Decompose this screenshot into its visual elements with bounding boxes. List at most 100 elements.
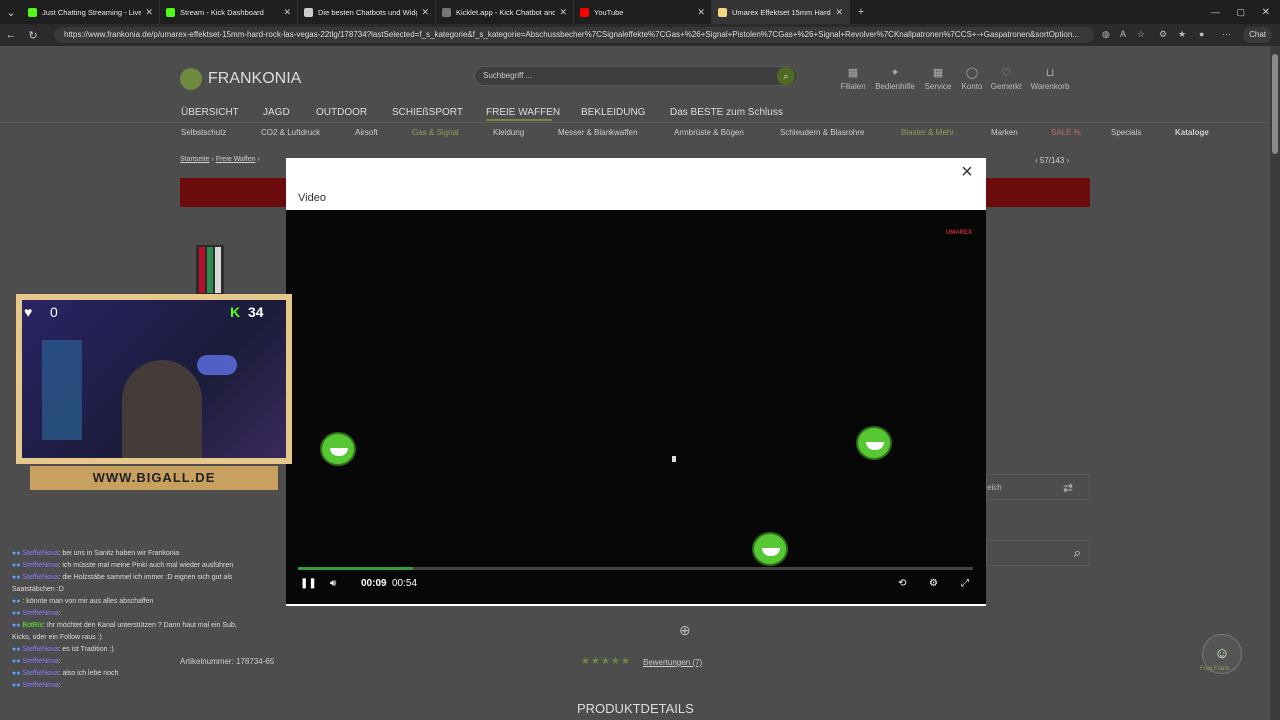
kick-emote — [856, 426, 892, 460]
nav-sub-item[interactable]: Airsoft — [355, 128, 378, 137]
nav-sub-item[interactable]: Schleudern & Blasrohre — [780, 128, 865, 137]
settings-gear-icon[interactable]: ⚙ — [929, 578, 938, 589]
chat-text: : — [58, 610, 61, 617]
product-thumbnail[interactable] — [196, 245, 224, 295]
nav-main-item[interactable]: FREIE WAFFEN — [486, 107, 560, 118]
extension-icon[interactable]: ◍ — [1102, 29, 1110, 40]
loop-icon[interactable]: ⟲ — [898, 578, 906, 589]
extensions-icon[interactable]: ⚙ — [1159, 29, 1167, 40]
tab-favicon-icon — [442, 7, 451, 17]
kick-logo-icon: K — [230, 304, 241, 320]
modal-title: Video — [298, 192, 326, 204]
nav-sub-item[interactable]: Messer & Blankwaffen — [558, 128, 637, 137]
frankonia-logo[interactable]: FRANKONIA — [180, 68, 301, 90]
favorites-icon[interactable]: ★ — [1178, 29, 1186, 40]
nav-sub-item[interactable]: Marken — [991, 128, 1018, 137]
chat-username[interactable]: BotRix — [22, 622, 43, 629]
chat-text: : also ich lebe noch — [58, 670, 119, 677]
nav-sub-item[interactable]: Blaster & Mehr — [901, 128, 954, 137]
chat-message: ●● SteffieNova: bei uns in Sanitz haben … — [12, 548, 242, 560]
webcam-feed: ♥ 0 K 34 — [22, 300, 286, 458]
compare-icon: ⇄ — [1062, 481, 1073, 495]
chat-username[interactable]: SteffieNova — [22, 670, 58, 677]
duration: 00:54 — [392, 578, 418, 589]
tool-label: Filialen — [840, 82, 866, 91]
chat-username[interactable]: SteffieNova — [22, 562, 58, 569]
browser-tab[interactable]: Stream - Kick Dashboard ✕ — [160, 0, 298, 24]
tab-menu-icon[interactable]: ⌄ — [0, 6, 22, 19]
nav-main-item[interactable]: SCHIEßSPORT — [392, 107, 463, 118]
close-icon[interactable]: × — [956, 161, 978, 183]
scrollbar-thumb[interactable] — [1272, 54, 1278, 154]
nav-sub-item[interactable]: SALE % — [1051, 128, 1081, 137]
nav-sub-item[interactable]: Selbstschutz — [181, 128, 226, 137]
browser-tab[interactable]: Umarex Effektset 15mm Hard ✕ — [712, 0, 850, 24]
video-player[interactable]: UMAREX ❚❚ 🔊︎ 00:09 00:54 ⟲ ⚙ ⤢ — [286, 210, 986, 604]
new-tab-button[interactable]: + — [850, 6, 872, 18]
nav-main-item[interactable]: Das BESTE zum Schluss — [670, 107, 783, 118]
nav-sub-item[interactable]: Specials — [1111, 128, 1141, 137]
page-scrollbar[interactable] — [1270, 46, 1280, 720]
next-icon[interactable]: › — [1067, 156, 1070, 165]
prev-icon[interactable]: ‹ — [1035, 156, 1038, 165]
minimize-button[interactable]: — — [1211, 7, 1220, 17]
breadcrumb-section[interactable]: Freie Waffen — [216, 156, 256, 163]
profile-icon[interactable]: ● — [1199, 29, 1204, 39]
chat-username[interactable]: SteffieNova — [22, 646, 58, 653]
reviews-link[interactable]: Bewertungen (7) — [643, 658, 702, 667]
nav-sub-item[interactable]: Kleidung — [493, 128, 524, 137]
compare-box[interactable]: eich ⇄ — [986, 474, 1090, 500]
tab-title: Die besten Chatbots und Widgets — [318, 7, 417, 17]
nav-main-item[interactable]: ÜBERSICHT — [181, 107, 239, 118]
chat-username[interactable]: SteffieNova — [22, 682, 58, 689]
copilot-chat-button[interactable]: Chat — [1243, 27, 1272, 43]
browser-tab[interactable]: Die besten Chatbots und Widgets ✕ — [298, 0, 436, 24]
browser-tab[interactable]: Kicklet.app - Kick Chatbot and Ov✕ — [436, 0, 574, 24]
url-field[interactable]: https://www.frankonia.de/p/umarex-effekt… — [54, 27, 1094, 43]
close-window-button[interactable]: ✕ — [1262, 7, 1270, 18]
chat-text: : — [58, 658, 61, 665]
chat-message: ●● SteffieNova: — [12, 680, 242, 692]
tab-favicon-icon — [718, 7, 727, 17]
reader-icon[interactable]: A — [1120, 29, 1126, 39]
browser-tab[interactable]: Just Chatting Streaming - Live Stre✕ — [22, 0, 160, 24]
nav-sub-item[interactable]: CO2 & Luftdruck — [261, 128, 320, 137]
search-icon[interactable]: ⌕ — [777, 67, 795, 85]
tool-warenkorb[interactable]: ⊔ Warenkorb — [1020, 66, 1080, 91]
breadcrumb-home[interactable]: Startseite — [180, 156, 210, 163]
chat-username[interactable]: SteffieNova — [22, 658, 58, 665]
volume-icon[interactable]: 🔊︎ — [330, 578, 336, 589]
nav-sub-item[interactable]: Gas & Signal — [412, 128, 459, 137]
nav-sub-item[interactable]: Kataloge — [1175, 128, 1209, 137]
favorite-star-icon[interactable]: ☆ — [1137, 29, 1145, 40]
tab-close-icon[interactable]: ✕ — [697, 7, 705, 18]
tab-title: Just Chatting Streaming - Live Stre — [42, 7, 142, 17]
back-icon[interactable]: ← — [0, 29, 22, 41]
chatbot-label[interactable]: Frag Frank ... — [1200, 666, 1236, 672]
viewers-right: 34 — [248, 304, 264, 320]
tab-close-icon[interactable]: ✕ — [559, 7, 567, 18]
browser-tab[interactable]: YouTube ✕ — [574, 0, 712, 24]
chat-badges-icon: ●● — [12, 562, 23, 569]
chat-username[interactable]: SteffieNova — [22, 574, 58, 581]
tab-close-icon[interactable]: ✕ — [145, 7, 153, 18]
tab-close-icon[interactable]: ✕ — [835, 7, 843, 18]
product-search-box[interactable]: ⌕ — [986, 540, 1090, 566]
reload-icon[interactable]: ↻ — [22, 29, 44, 42]
chat-username[interactable]: SteffieNova — [22, 550, 58, 557]
chat-username[interactable]: SteffieNova — [22, 610, 58, 617]
zoom-icon[interactable]: ⊕ — [679, 622, 691, 639]
video-progress-bar[interactable] — [298, 567, 973, 570]
nav-main-item[interactable]: BEKLEIDUNG — [581, 107, 645, 118]
site-search-input[interactable]: Suchbegriff ... — [474, 66, 798, 86]
fullscreen-icon[interactable]: ⤢ — [961, 578, 969, 589]
more-icon[interactable]: ⋯ — [1222, 29, 1231, 40]
tab-close-icon[interactable]: ✕ — [421, 7, 429, 18]
chat-message: ●● SteffieNova: also ich lebe noch — [12, 668, 242, 680]
nav-main-item[interactable]: OUTDOOR — [316, 107, 367, 118]
pause-button[interactable]: ❚❚ — [300, 578, 317, 589]
nav-sub-item[interactable]: Armbrüste & Bögen — [674, 128, 744, 137]
nav-main-item[interactable]: JAGD — [263, 107, 290, 118]
tab-close-icon[interactable]: ✕ — [283, 7, 291, 18]
maximize-button[interactable]: ▢ — [1236, 7, 1245, 18]
